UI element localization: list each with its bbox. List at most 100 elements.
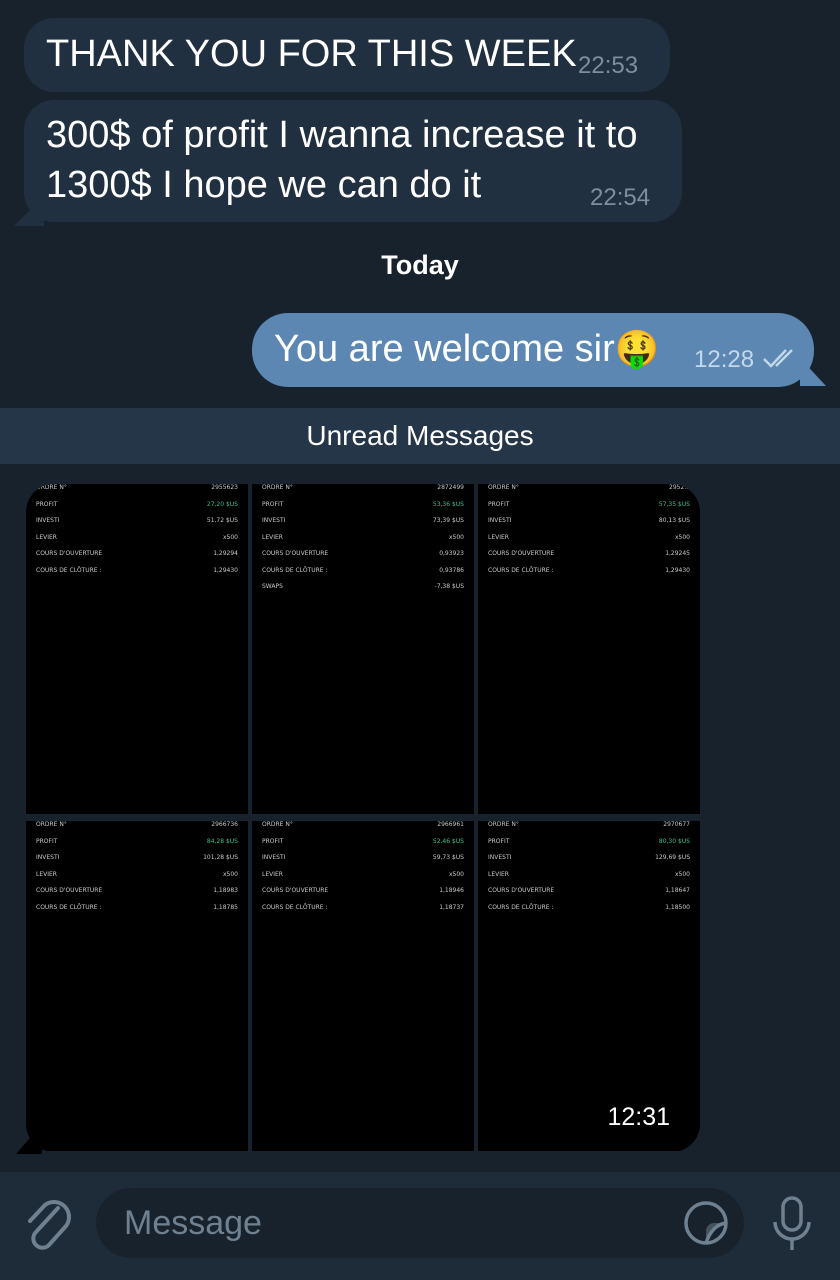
trade-row: LEVIER x500	[36, 871, 238, 881]
message-text-line-1: 300$ of profit I wanna increase it to	[46, 114, 638, 156]
trade-row: SWAPS -7,38 $US	[262, 583, 464, 593]
trade-row: LEVIER x500	[262, 534, 464, 544]
trade-row: COURS D'OUVERTURE 1,18647	[488, 887, 690, 897]
trade-screenshot[interactable]: ORDRE N° 2955623 PROFIT 27,20 $US INVESTI 51,…	[26, 484, 248, 814]
trade-label: LEVIER	[36, 870, 57, 878]
trade-value: 2955623	[211, 484, 238, 491]
trade-row: COURS D'OUVERTURE 1,29245	[488, 550, 690, 560]
trade-label: COURS D'OUVERTURE	[488, 550, 555, 557]
trade-label: COURS D'OUVERTURE	[36, 550, 103, 557]
incoming-message-1[interactable]: THANK YOU FOR THIS WEEK 22:53	[24, 18, 670, 92]
album-time: 12:31	[607, 1103, 670, 1131]
trade-row: COURS DE CLÔTURE : 1,18500	[488, 904, 690, 914]
trade-label: ORDRE N°	[36, 821, 67, 828]
trade-value: 0,93786	[439, 566, 464, 574]
trade-label: COURS DE CLÔTURE :	[262, 566, 328, 574]
trade-label: PROFIT	[36, 500, 58, 508]
trade-value: 2952...	[669, 484, 690, 491]
trade-screenshot[interactable]: ORDRE N° 2966961 PROFIT 52,46 $US INVESTI 59,…	[252, 821, 474, 1151]
trade-screenshot[interactable]: ORDRE N° 2952... PROFIT 57,35 $US INVESTI 80,…	[478, 484, 700, 814]
trade-value: x500	[674, 870, 690, 878]
trade-row: COURS DE CLÔTURE : 0,93786	[262, 567, 464, 577]
trade-label: COURS D'OUVERTURE	[262, 550, 329, 557]
photo-album[interactable]: ORDRE N° 2955623 PROFIT 27,20 $US INVESTI 51,…	[26, 484, 700, 1152]
trade-row: COURS D'OUVERTURE 1,29294	[36, 550, 238, 560]
trade-value: 52,46 $US	[432, 837, 464, 845]
trade-label: ORDRE N°	[36, 484, 67, 491]
trade-label: COURS DE CLÔTURE :	[488, 566, 554, 574]
trade-value: x500	[674, 533, 690, 541]
trade-row: LEVIER x500	[36, 534, 238, 544]
trade-row: INVESTI 129,69 $US	[488, 854, 690, 864]
trade-label: COURS DE CLÔTURE :	[488, 903, 554, 911]
trade-value: 2966736	[211, 821, 238, 828]
trade-value: x500	[448, 870, 464, 878]
day-separator: Today	[381, 250, 459, 280]
sticker-icon[interactable]	[682, 1199, 730, 1252]
trade-value: 129,69 $US	[655, 854, 690, 861]
trade-row: ORDRE N° 2952...	[488, 484, 690, 494]
trade-value: -7,38 $US	[434, 583, 464, 590]
message-input[interactable]: Message	[96, 1188, 744, 1258]
trade-value: 1,18946	[439, 887, 464, 894]
trade-row: LEVIER x500	[488, 534, 690, 544]
trade-value: 51,72 $US	[206, 517, 238, 524]
trade-row: INVESTI 80,13 $US	[488, 517, 690, 527]
trade-value: x500	[222, 533, 238, 541]
trade-label: INVESTI	[262, 517, 286, 524]
message-placeholder: Message	[124, 1204, 262, 1242]
paperclip-icon[interactable]	[22, 1194, 74, 1259]
trade-row: INVESTI 59,73 $US	[262, 854, 464, 864]
trade-label: ORDRE N°	[488, 821, 519, 828]
trade-label: PROFIT	[36, 837, 58, 845]
trade-value: 1,29245	[665, 550, 690, 557]
message-text: THANK YOU FOR THIS WEEK	[46, 33, 577, 75]
trade-value: 59,73 $US	[432, 854, 464, 861]
message-text-line-2: 1300$ I hope we can do it	[46, 164, 482, 206]
trade-screenshot[interactable]: ORDRE N° 2966736 PROFIT 84,28 $US INVESTI 101…	[26, 821, 248, 1151]
trade-value: 2966961	[437, 821, 464, 828]
trade-label: LEVIER	[262, 533, 283, 541]
trade-row: LEVIER x500	[488, 871, 690, 881]
microphone-icon[interactable]	[770, 1194, 814, 1259]
message-time: 22:53	[578, 52, 639, 79]
unread-messages-divider: Unread Messages	[0, 408, 840, 464]
unread-messages-label: Unread Messages	[306, 420, 534, 451]
trade-row: PROFIT 57,35 $US	[488, 501, 690, 511]
trade-row: PROFIT 53,36 $US	[262, 501, 464, 511]
trade-label: LEVIER	[262, 870, 283, 878]
trade-value: 1,29430	[665, 566, 690, 574]
trade-row: ORDRE N° 2966961	[262, 821, 464, 831]
trade-row: COURS D'OUVERTURE 1,18983	[36, 887, 238, 897]
trade-row: INVESTI 73,39 $US	[262, 517, 464, 527]
trade-label: COURS D'OUVERTURE	[488, 887, 555, 894]
trade-label: LEVIER	[488, 533, 509, 541]
money-mouth-emoji: 🤑	[614, 328, 660, 369]
trade-label: LEVIER	[488, 870, 509, 878]
trade-screenshot[interactable]: ORDRE N° 2970677 PROFIT 80,30 $US INVESTI 129…	[478, 821, 700, 1151]
trade-label: COURS D'OUVERTURE	[262, 887, 329, 894]
trade-row: PROFIT 84,28 $US	[36, 838, 238, 848]
trade-label: COURS DE CLÔTURE :	[36, 903, 102, 911]
trade-row: COURS D'OUVERTURE 1,18946	[262, 887, 464, 897]
incoming-message-2[interactable]: 300$ of profit I wanna increase it to 13…	[24, 100, 682, 222]
trade-label: INVESTI	[488, 517, 512, 524]
message-text-content: You are welcome sir	[274, 328, 615, 370]
trade-label: COURS DE CLÔTURE :	[36, 566, 102, 574]
trade-label: COURS DE CLÔTURE :	[262, 903, 328, 911]
trade-row: PROFIT 80,30 $US	[488, 838, 690, 848]
trade-label: INVESTI	[262, 854, 286, 861]
trade-value: 1,18785	[213, 903, 238, 911]
trade-value: 84,28 $US	[206, 837, 238, 845]
outgoing-message[interactable]: You are welcome sir🤑 12:28	[252, 313, 814, 387]
trade-label: PROFIT	[488, 500, 510, 508]
trade-value: 53,36 $US	[432, 500, 464, 508]
trade-row: COURS D'OUVERTURE 0,93923	[262, 550, 464, 560]
trade-value: 0,93923	[439, 550, 464, 557]
trade-value: 1,18647	[665, 887, 690, 894]
trade-screenshot[interactable]: ORDRE N° 2872499 PROFIT 53,36 $US INVESTI 73,…	[252, 484, 474, 814]
trade-label: ORDRE N°	[262, 821, 293, 828]
trade-value: 80,30 $US	[658, 837, 690, 845]
trade-label: INVESTI	[488, 854, 512, 861]
trade-row: ORDRE N° 2970677	[488, 821, 690, 831]
